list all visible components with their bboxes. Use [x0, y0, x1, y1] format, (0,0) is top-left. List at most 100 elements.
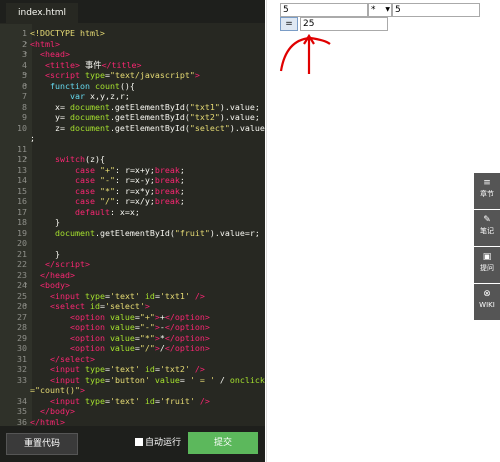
line-number: 25 [17, 290, 27, 301]
line-number: 16 [17, 196, 27, 206]
code-line[interactable]: ="count()"> [0, 385, 265, 396]
code-line[interactable]: 32 <input type='text' id='txt2' /> [0, 364, 265, 375]
autorun-toggle[interactable]: 自动运行 [135, 436, 181, 450]
code-line[interactable]: 27 <option value="+">+</option> [0, 312, 265, 323]
code-line[interactable]: 10 z= document.getElementById("select").… [0, 123, 265, 134]
code-line[interactable]: 24 ▾ <body> [0, 280, 265, 291]
code-line[interactable]: 33 <input type='button' value= ' = ' / o… [0, 375, 265, 386]
code-text: case "/": r=x/y;break; [74, 196, 185, 206]
code-text: } [30, 217, 60, 227]
equals-button[interactable]: = [280, 17, 298, 31]
code-text: <!DOCTYPE html> [30, 28, 105, 38]
code-text: <title> 事件</title> [45, 59, 142, 70]
line-number: 13 [17, 164, 27, 175]
line-number: 4 [22, 59, 27, 70]
line-number: 22 [17, 259, 27, 269]
operator-select[interactable]: * ▼ [368, 3, 392, 17]
code-text: <input type='text' id='txt1' /> [49, 290, 205, 301]
code-line[interactable]: 2 ▾ <html> [0, 39, 265, 50]
line-number: 24 [17, 280, 27, 290]
code-line[interactable]: 4 <title> 事件</title> [0, 60, 265, 71]
code-text: case "-": r=x-y;break; [74, 175, 185, 185]
code-text: case "+": r=x+y;break; [74, 164, 185, 175]
code-line[interactable]: 1 <!DOCTYPE html> [0, 28, 265, 39]
line-number: 1 [22, 28, 27, 38]
notes-icon: ✎ [483, 215, 491, 225]
autorun-checkbox[interactable] [135, 438, 143, 446]
code-line[interactable]: 6 ▾ function count(){ [0, 81, 265, 92]
code-text: ="count()"> [30, 385, 85, 395]
code-line[interactable]: 13 case "+": r=x+y;break; [0, 165, 265, 176]
line-number: 32 [17, 364, 27, 374]
code-text: <input type='text' id='txt2' /> [49, 364, 205, 374]
txt1-input[interactable]: 5 [280, 3, 368, 17]
code-line[interactable]: 7 var x,y,z,r; [0, 91, 265, 102]
code-text: z= document.getElementById("select").val… [30, 122, 265, 133]
code-line[interactable]: 30 <option value="/">/</option> [0, 343, 265, 354]
line-number: 8 [22, 101, 27, 112]
code-text: x= document.getElementById("txt1").value… [30, 101, 260, 112]
code-line[interactable]: 14 case "-": r=x-y;break; [0, 175, 265, 186]
code-area[interactable]: 1 <!DOCTYPE html> 2 ▾ <html> 3 ▾ <head> 4 <titl… [0, 28, 265, 427]
code-line[interactable]: 31 </select> [0, 354, 265, 365]
code-line[interactable]: 5 ▾ <script type="text/javascript"> [0, 70, 265, 81]
code-line[interactable]: 18 } [0, 217, 265, 228]
code-text: <head> [40, 49, 70, 59]
reset-code-button[interactable]: 重置代码 [6, 433, 78, 455]
code-line[interactable]: 23 </head> [0, 270, 265, 281]
txt2-input[interactable]: 5 [392, 3, 480, 17]
line-number: 33 [17, 374, 27, 385]
code-line[interactable]: 28 <option value="-">-</option> [0, 322, 265, 333]
code-text: <input type='button' value= ' = ' / oncl… [49, 374, 265, 385]
code-line[interactable]: 9 y= document.getElementById("txt2").val… [0, 112, 265, 123]
questions-icon: ▣ [482, 252, 492, 262]
code-line[interactable]: 34 <input type='text' id='fruit' /> [0, 396, 265, 407]
line-number: 20 [17, 238, 27, 248]
side-tool-questions[interactable]: ▣ 提问 [474, 247, 500, 283]
side-tool-wiki[interactable]: ⊗ WIKI [474, 284, 500, 320]
line-number: 27 [17, 311, 27, 322]
line-number: 15 [17, 185, 27, 196]
line-number: 7 [22, 91, 27, 101]
side-tool-notes[interactable]: ✎ 笔记 [474, 210, 500, 246]
code-line[interactable]: 8 x= document.getElementById("txt1").val… [0, 102, 265, 113]
wiki-icon: ⊗ [483, 289, 491, 299]
code-text: <select id='select'> [49, 301, 150, 311]
code-line[interactable]: 16 case "/": r=x/y;break; [0, 196, 265, 207]
code-line[interactable]: ; [0, 133, 265, 144]
code-line[interactable]: 22 </script> [0, 259, 265, 270]
side-tool-chapters[interactable]: ≡ 章节 [474, 173, 500, 209]
code-line[interactable]: 12 ▾ switch(z){ [0, 154, 265, 165]
code-line[interactable]: 19 document.getElementById("fruit").valu… [0, 228, 265, 239]
code-line[interactable]: 25 <input type='text' id='txt1' /> [0, 291, 265, 302]
chevron-down-icon: ▼ [385, 6, 390, 13]
code-text: <option value="/">/</option> [69, 343, 210, 353]
line-number: 10 [17, 122, 27, 133]
line-number: 6 [22, 80, 27, 91]
code-text: </head> [40, 269, 75, 280]
code-line[interactable]: 20 [0, 238, 265, 249]
result-input[interactable]: 25 [300, 17, 388, 31]
code-text: <html> [30, 38, 60, 49]
code-line[interactable]: 15 case "*": r=x*y;break; [0, 186, 265, 197]
side-tool-label: 提问 [480, 264, 494, 272]
code-line[interactable]: 3 ▾ <head> [0, 49, 265, 60]
submit-button[interactable]: 提交 [188, 432, 258, 454]
code-text: ; [30, 133, 35, 143]
chapters-icon: ≡ [483, 178, 491, 188]
operator-value: * [371, 5, 376, 15]
code-line[interactable]: 35 </body> [0, 406, 265, 417]
file-tab[interactable]: index.html [6, 3, 78, 23]
code-line[interactable]: 29 <option value="*">*</option> [0, 333, 265, 344]
code-line[interactable]: 11 [0, 144, 265, 155]
code-text: <option value="*">*</option> [69, 332, 210, 343]
code-line[interactable]: 17 default: x=x; [0, 207, 265, 218]
line-number: 9 [22, 112, 27, 122]
code-line[interactable]: 26 ▾ <select id='select'> [0, 301, 265, 312]
code-line[interactable]: 21 } [0, 249, 265, 260]
side-tool-label: 章节 [480, 190, 494, 198]
line-number: 18 [17, 217, 27, 227]
code-editor[interactable]: index.html 1 <!DOCTYPE html> 2 ▾ <html> 3 ▾ <h… [0, 0, 265, 462]
line-number: 11 [17, 143, 27, 154]
code-text: <input type='text' id='fruit' /> [49, 395, 210, 406]
